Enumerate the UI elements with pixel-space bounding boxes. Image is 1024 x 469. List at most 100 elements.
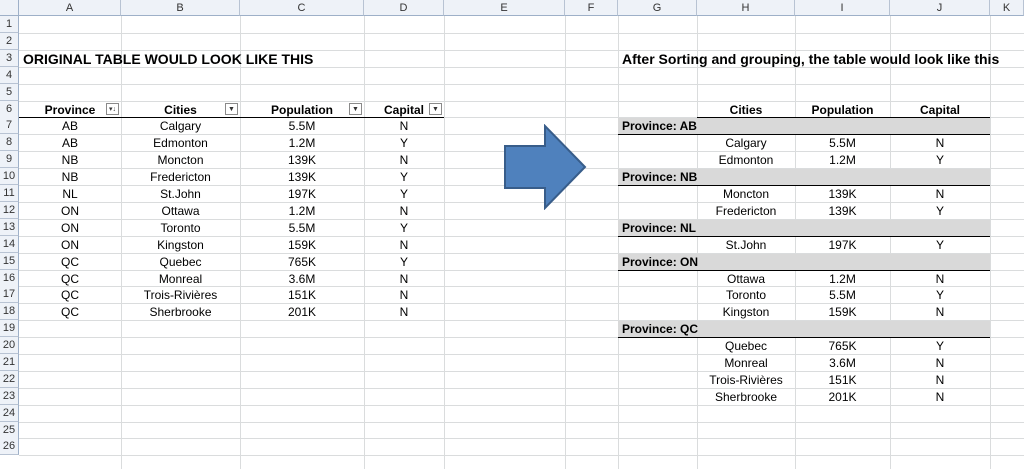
grouped-table-cell[interactable]: Edmonton [697, 151, 795, 168]
original-table-cell[interactable]: NB [19, 151, 121, 168]
grouped-table-cell[interactable]: Monreal [697, 354, 795, 371]
column-header-e[interactable]: E [444, 0, 565, 16]
group-header-label[interactable]: Province: ON [618, 253, 990, 270]
original-table-cell[interactable]: 1.2M [240, 202, 364, 219]
grouped-table-cell[interactable]: Ottawa [697, 270, 795, 287]
dropdown-filter-icon[interactable]: ▼ [429, 103, 442, 115]
row-header-24[interactable]: 24 [0, 405, 19, 422]
original-table-cell[interactable]: ON [19, 236, 121, 253]
group-header-label[interactable]: Province: NB [618, 168, 990, 185]
column-header-f[interactable]: F [565, 0, 618, 16]
original-table-cell[interactable]: Fredericton [121, 168, 240, 185]
column-header-a[interactable]: A [19, 0, 121, 16]
column-header-d[interactable]: D [364, 0, 444, 16]
original-table-cell[interactable]: QC [19, 303, 121, 320]
grouped-table-cell[interactable]: Y [890, 337, 990, 354]
original-table-cell[interactable]: Sherbrooke [121, 303, 240, 320]
sort-filter-icon[interactable]: ▾↓ [106, 103, 119, 115]
grouped-table-cell[interactable]: N [890, 270, 990, 287]
original-table-cell[interactable]: Y [364, 134, 444, 151]
original-table-cell[interactable]: 3.6M [240, 270, 364, 287]
grouped-table-cell[interactable]: 5.5M [795, 134, 890, 151]
original-table-cell[interactable]: 5.5M [240, 117, 364, 134]
column-header-j[interactable]: J [890, 0, 990, 16]
column-header-g[interactable]: G [618, 0, 697, 16]
grouped-table-cell[interactable]: Y [890, 286, 990, 303]
row-header-26[interactable]: 26 [0, 438, 19, 455]
grouped-table-cell[interactable]: 159K [795, 303, 890, 320]
row-header-2[interactable]: 2 [0, 33, 19, 50]
row-header-4[interactable]: 4 [0, 67, 19, 84]
original-table-cell[interactable]: NL [19, 185, 121, 202]
original-table-cell[interactable]: AB [19, 117, 121, 134]
grouped-table-cell[interactable]: 765K [795, 337, 890, 354]
grouped-table-cell[interactable]: N [890, 185, 990, 202]
column-header-i[interactable]: I [795, 0, 890, 16]
row-header-16[interactable]: 16 [0, 270, 19, 287]
row-header-22[interactable]: 22 [0, 371, 19, 388]
column-header-b[interactable]: B [121, 0, 240, 16]
row-header-17[interactable]: 17 [0, 286, 19, 303]
original-table-cell[interactable]: QC [19, 253, 121, 270]
grouped-table-cell[interactable]: 3.6M [795, 354, 890, 371]
grouped-table-cell[interactable]: N [890, 303, 990, 320]
original-table-cell[interactable]: ON [19, 202, 121, 219]
row-header-7[interactable]: 7 [0, 117, 19, 134]
original-table-cell[interactable]: 765K [240, 253, 364, 270]
original-table-cell[interactable]: N [364, 236, 444, 253]
original-table-cell[interactable]: N [364, 202, 444, 219]
grouped-table-cell[interactable]: Fredericton [697, 202, 795, 219]
grouped-table-cell[interactable]: Toronto [697, 286, 795, 303]
grouped-table-cell[interactable]: 139K [795, 202, 890, 219]
original-table-cell[interactable]: 159K [240, 236, 364, 253]
grouped-table-cell[interactable]: Y [890, 236, 990, 253]
grouped-table-cell[interactable]: N [890, 371, 990, 388]
grouped-table-cell[interactable]: 151K [795, 371, 890, 388]
grouped-table-cell[interactable]: Kingston [697, 303, 795, 320]
original-table-cell[interactable]: Y [364, 168, 444, 185]
grouped-table-cell[interactable]: 197K [795, 236, 890, 253]
grouped-table-cell[interactable]: Y [890, 202, 990, 219]
row-header-13[interactable]: 13 [0, 219, 19, 236]
row-header-5[interactable]: 5 [0, 84, 19, 101]
original-table-cell[interactable]: Y [364, 219, 444, 236]
row-header-21[interactable]: 21 [0, 354, 19, 371]
original-table-cell[interactable]: Trois-Rivières [121, 286, 240, 303]
grouped-table-cell[interactable]: St.John [697, 236, 795, 253]
row-header-6[interactable]: 6 [0, 101, 19, 118]
original-table-cell[interactable]: 197K [240, 185, 364, 202]
grouped-table-cell[interactable]: Calgary [697, 134, 795, 151]
row-header-23[interactable]: 23 [0, 388, 19, 405]
row-header-8[interactable]: 8 [0, 134, 19, 151]
grouped-table-cell[interactable]: 1.2M [795, 270, 890, 287]
original-table-cell[interactable]: Quebec [121, 253, 240, 270]
row-header-14[interactable]: 14 [0, 236, 19, 253]
dropdown-filter-icon[interactable]: ▼ [349, 103, 362, 115]
select-all-corner[interactable] [0, 0, 19, 16]
original-table-cell[interactable]: QC [19, 270, 121, 287]
row-header-25[interactable]: 25 [0, 422, 19, 439]
grouped-table-cell[interactable]: Quebec [697, 337, 795, 354]
row-header-9[interactable]: 9 [0, 151, 19, 168]
original-table-cell[interactable]: ON [19, 219, 121, 236]
original-table-cell[interactable]: Kingston [121, 236, 240, 253]
original-table-cell[interactable]: 139K [240, 168, 364, 185]
original-table-cell[interactable]: 1.2M [240, 134, 364, 151]
row-header-18[interactable]: 18 [0, 303, 19, 320]
original-table-cell[interactable]: Y [364, 253, 444, 270]
original-table-cell[interactable]: N [364, 303, 444, 320]
row-header-11[interactable]: 11 [0, 185, 19, 202]
group-header-label[interactable]: Province: QC [618, 320, 990, 337]
column-header-c[interactable]: C [240, 0, 364, 16]
row-header-20[interactable]: 20 [0, 337, 19, 354]
original-table-cell[interactable]: NB [19, 168, 121, 185]
original-table-cell[interactable]: N [364, 151, 444, 168]
grouped-table-cell[interactable]: N [890, 134, 990, 151]
original-table-cell[interactable]: Y [364, 185, 444, 202]
original-table-cell[interactable]: St.John [121, 185, 240, 202]
row-header-19[interactable]: 19 [0, 320, 19, 337]
grouped-table-cell[interactable]: Y [890, 151, 990, 168]
original-table-cell[interactable]: 139K [240, 151, 364, 168]
grouped-table-cell[interactable]: Moncton [697, 185, 795, 202]
original-table-cell[interactable]: Monreal [121, 270, 240, 287]
